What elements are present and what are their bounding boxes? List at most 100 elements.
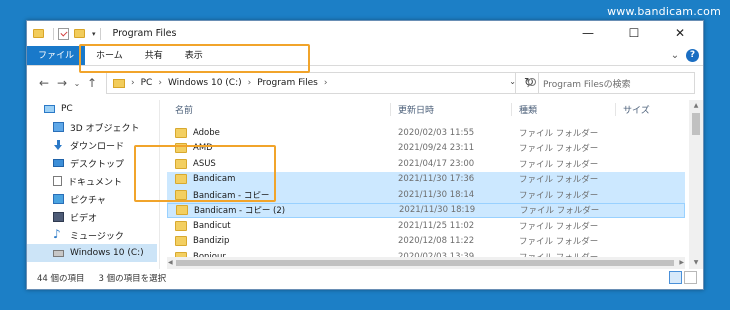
breadcrumb-separator: › (131, 78, 135, 88)
sidebar-item-windows-drive[interactable]: Windows 10 (C:) (27, 244, 157, 262)
customize-toolbar-chevron-icon[interactable]: ▾ (92, 30, 96, 38)
maximize-button[interactable]: ☐ (611, 21, 657, 46)
file-type: ファイル フォルダー (519, 144, 599, 155)
file-type: ファイル フォルダー (519, 190, 599, 201)
column-header-type[interactable]: 種類 (511, 103, 615, 116)
file-row[interactable]: Adobe 2020/02/03 11:55 ファイル フォルダー (167, 125, 685, 141)
bandicam-watermark: www.bandicam.com (607, 5, 721, 18)
sidebar-item-label: デスクトップ (70, 159, 125, 170)
up-button[interactable]: ↑ (83, 76, 101, 90)
sidebar-item-pc[interactable]: PC (27, 100, 157, 118)
selected-folders-highlight (134, 145, 276, 202)
drive-icon (53, 249, 64, 257)
view-switcher (667, 271, 697, 284)
address-bar-highlight (79, 44, 310, 73)
file-date: 2021/11/30 18:14 (398, 189, 475, 200)
scroll-up-arrow-icon[interactable]: ▲ (689, 100, 703, 112)
file-row[interactable]: Bandizip 2020/12/08 11:22 ファイル フォルダー (167, 234, 685, 250)
column-headers: ^ 名前 更新日時 種類 サイズ (167, 100, 685, 119)
desktop-icon (53, 159, 64, 167)
pc-icon (44, 105, 55, 113)
file-type: ファイル フォルダー (519, 237, 599, 248)
file-date: 2021/11/25 11:02 (398, 220, 475, 231)
column-header-date[interactable]: 更新日時 (390, 103, 511, 116)
sidebar-item-label: ピクチャ (70, 195, 106, 206)
minimize-button[interactable]: — (565, 21, 611, 46)
folder-icon (176, 205, 188, 216)
download-icon (53, 140, 64, 150)
expand-ribbon-chevron-icon[interactable]: ⌄ (668, 50, 682, 61)
folder-icon (175, 127, 187, 138)
document-icon (53, 176, 62, 186)
file-type: ファイル フォルダー (520, 206, 600, 217)
help-icon[interactable]: ? (686, 49, 699, 62)
status-bar: 44 個の項目 3 個の項目を選択 (27, 267, 703, 289)
tab-file[interactable]: ファイル (27, 46, 86, 65)
breadcrumb-program-files[interactable]: Program Files (257, 78, 318, 88)
file-date: 2020/02/03 11:55 (398, 127, 475, 138)
file-row[interactable]: Bandicut 2021/11/25 11:02 ファイル フォルダー (167, 218, 685, 234)
file-date: 2021/11/30 17:36 (398, 174, 475, 185)
sort-ascending-icon: ^ (277, 100, 284, 103)
scroll-thumb[interactable] (176, 260, 674, 266)
toolbar-divider (99, 27, 101, 40)
item-count: 44 個の項目 (37, 274, 85, 284)
breadcrumb-drive[interactable]: Windows 10 (C:) (168, 78, 242, 88)
breadcrumb-pc[interactable]: PC (141, 78, 153, 88)
file-type: ファイル フォルダー (519, 128, 599, 139)
sidebar-item-music[interactable]: ミュージック (27, 226, 157, 244)
large-icons-view-icon[interactable] (684, 271, 697, 284)
file-row-selected[interactable]: Bandicam - コピー (2) 2021/11/30 18:19 ファイル… (167, 202, 685, 218)
address-bar[interactable]: › PC › Windows 10 (C:) › Program Files ›… (106, 72, 539, 94)
file-date: 2021/09/24 23:11 (398, 143, 475, 154)
breadcrumb-separator[interactable]: › (158, 78, 162, 88)
search-box[interactable]: Program Filesの検索 (515, 72, 695, 94)
sidebar-item-label: Windows 10 (C:) (70, 248, 144, 258)
new-folder-icon[interactable] (74, 29, 85, 38)
sidebar-item-label: ミュージック (70, 231, 124, 242)
file-name: Bandicut (193, 220, 231, 231)
sidebar-item-videos[interactable]: ビデオ (27, 208, 157, 226)
toolbar-divider (53, 27, 54, 40)
quick-access-toolbar: ▾ (33, 27, 105, 40)
pictures-icon (53, 194, 64, 204)
sidebar-item-3d-objects[interactable]: 3D オブジェクト (27, 118, 157, 136)
3d-objects-icon (53, 122, 64, 132)
file-type: ファイル フォルダー (519, 159, 599, 170)
breadcrumb-separator[interactable]: › (324, 78, 328, 88)
back-button[interactable]: ← (35, 76, 53, 90)
column-header-size[interactable]: サイズ (615, 103, 685, 116)
sidebar-item-label: PC (61, 104, 73, 114)
folder-icon (175, 220, 187, 231)
forward-button[interactable]: → (53, 76, 71, 90)
search-icon (526, 78, 536, 88)
scroll-thumb[interactable] (692, 113, 700, 135)
details-view-icon[interactable] (669, 271, 682, 284)
sidebar-item-label: 3D オブジェクト (70, 123, 140, 134)
file-name: Adobe (193, 127, 220, 138)
file-type: ファイル フォルダー (519, 175, 599, 186)
file-date: 2021/11/30 18:19 (399, 205, 476, 216)
file-name: Bandicam - コピー (2) (194, 206, 286, 217)
folder-icon (113, 78, 125, 88)
properties-icon[interactable] (58, 27, 69, 40)
music-icon (53, 227, 64, 241)
vertical-scrollbar[interactable]: ▲ ▼ (689, 100, 703, 269)
column-header-name[interactable]: 名前 (167, 103, 390, 116)
file-date: 2020/12/08 11:22 (398, 236, 475, 247)
folder-icon (175, 236, 187, 247)
file-type: ファイル フォルダー (519, 221, 599, 232)
sidebar-item-label: ビデオ (70, 213, 98, 224)
window-controls: — ☐ ✕ (565, 21, 703, 46)
close-button[interactable]: ✕ (657, 21, 703, 46)
window-title: Program Files (112, 28, 177, 39)
title-bar: ▾ Program Files — ☐ ✕ (27, 21, 703, 46)
search-placeholder: Program Filesの検索 (543, 79, 631, 90)
breadcrumb-separator[interactable]: › (248, 78, 252, 88)
recent-locations-chevron-icon[interactable]: ⌄ (71, 79, 83, 88)
sidebar-item-label: ダウンロード (70, 141, 125, 152)
file-name: Bandizip (193, 236, 230, 247)
sidebar-item-label: ドキュメント (68, 177, 123, 188)
video-icon (53, 212, 64, 222)
selected-count: 3 個の項目を選択 (98, 274, 167, 284)
